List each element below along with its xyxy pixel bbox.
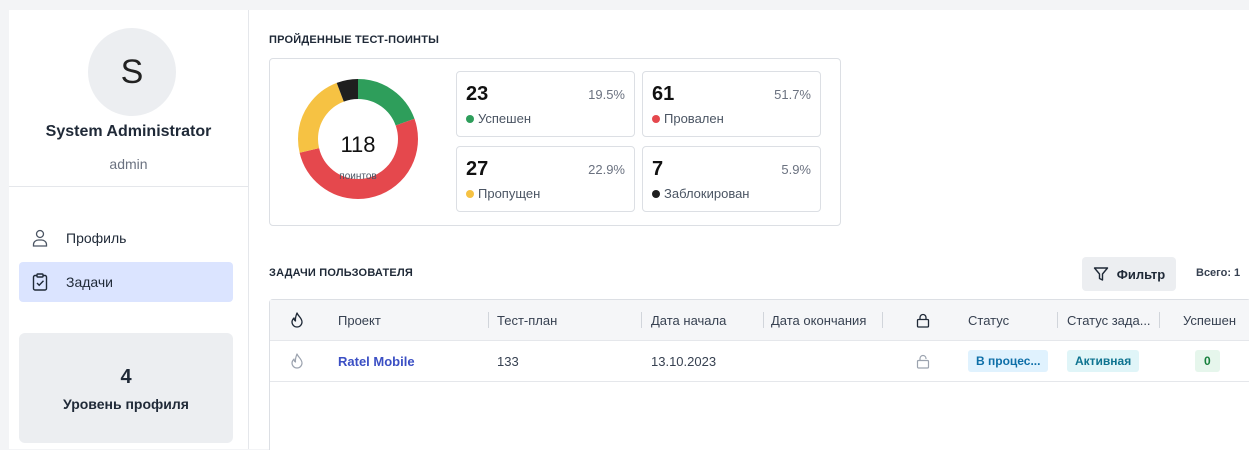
stat-label: Пропущен <box>466 186 540 201</box>
stat-skipped: 27 22.9% Пропущен <box>456 146 635 212</box>
stat-label: Заблокирован <box>652 186 749 201</box>
stat-label: Успешен <box>466 111 531 126</box>
stat-percent: 51.7% <box>774 87 811 102</box>
priority-column-header[interactable] <box>290 300 304 340</box>
status-dot <box>652 189 660 198</box>
filter-icon <box>1093 267 1108 281</box>
donut-total-label: поинтов <box>339 171 376 182</box>
column-header-status[interactable]: Статус <box>968 300 1009 340</box>
stats-card: 118 поинтов 23 19.5% Успешен 61 51.7% Пр… <box>269 58 841 226</box>
donut-total: 118 <box>340 132 375 157</box>
column-separator[interactable] <box>1057 312 1058 328</box>
total-count: Всего: 1 <box>1196 267 1241 279</box>
stat-count: 27 <box>466 158 489 180</box>
stat-percent: 22.9% <box>588 162 625 177</box>
column-header-passed[interactable]: Успешен <box>1183 300 1236 340</box>
stat-count: 23 <box>466 83 489 105</box>
project-link[interactable]: Ratel Mobile <box>338 341 415 381</box>
column-separator[interactable] <box>763 312 764 328</box>
priority-cell <box>290 341 304 381</box>
stat-percent: 19.5% <box>588 87 625 102</box>
donut-chart: 118 поинтов <box>298 79 418 199</box>
user-login: admin <box>109 156 148 172</box>
filter-button-label: Фильтр <box>1116 266 1166 282</box>
passed-cell: 0 <box>1195 341 1220 381</box>
stats-title: ПРОЙДЕННЫЕ ТЕСТ-ПОИНТЫ <box>269 34 440 46</box>
status-dot <box>466 114 474 123</box>
stat-passed: 23 19.5% Успешен <box>456 71 635 137</box>
test-plan-cell: 133 <box>497 353 519 369</box>
stat-label-text: Провален <box>664 111 724 126</box>
stat-count: 61 <box>652 83 675 105</box>
column-header-test-plan[interactable]: Тест-план <box>497 300 557 340</box>
sidebar-divider <box>9 186 248 187</box>
column-header-project[interactable]: Проект <box>338 300 381 340</box>
stat-blocked: 7 5.9% Заблокирован <box>642 146 821 212</box>
column-separator[interactable] <box>1159 312 1160 328</box>
task-status-cell: Активная <box>1067 341 1140 381</box>
status-dot <box>466 189 474 198</box>
avatar: S <box>88 28 176 116</box>
user-icon <box>29 227 51 249</box>
stat-label: Провален <box>652 111 724 126</box>
stat-failed: 61 51.7% Провален <box>642 71 821 137</box>
nav-item-tasks[interactable]: Задачи <box>19 262 233 302</box>
nav-item-label: Профиль <box>66 230 127 246</box>
status-cell: В процес... <box>968 341 1049 381</box>
lock-column-header[interactable] <box>916 300 930 340</box>
user-name: System Administrator <box>45 123 212 140</box>
column-header-end-date[interactable]: Дата окончания <box>771 300 866 340</box>
task-status-badge: Активная <box>1067 350 1140 372</box>
clipboard-check-icon <box>29 271 51 293</box>
flame-icon <box>291 312 303 328</box>
tasks-table: Проект Тест-план Дата начала Дата оконча… <box>269 299 1249 450</box>
lock-icon <box>916 313 930 328</box>
column-separator[interactable] <box>488 312 489 328</box>
stat-label-text: Успешен <box>478 111 531 126</box>
tasks-title: ЗАДАЧИ ПОЛЬЗОВАТЕЛЯ <box>269 267 413 279</box>
table-header: Проект Тест-план Дата начала Дата оконча… <box>270 300 1249 341</box>
stat-label-text: Пропущен <box>478 186 541 201</box>
lock-cell <box>916 341 930 381</box>
profile-level-card: 4 Уровень профиля <box>19 333 233 443</box>
profile-level-label: Уровень профиля <box>63 396 189 412</box>
flame-icon <box>291 353 303 369</box>
sidebar: S System Administrator admin Профиль Зад… <box>9 10 249 449</box>
stat-percent: 5.9% <box>781 162 811 177</box>
status-dot <box>652 114 660 123</box>
stat-label-text: Заблокирован <box>664 186 750 201</box>
column-separator[interactable] <box>882 312 883 328</box>
stat-count: 7 <box>652 158 664 180</box>
column-header-task-status[interactable]: Статус зада... <box>1067 300 1151 340</box>
table-row[interactable]: Ratel Mobile 133 13.10.2023 В процес... … <box>270 341 1249 382</box>
nav-item-label: Задачи <box>66 274 114 290</box>
profile-level-value: 4 <box>120 366 132 388</box>
filter-button[interactable]: Фильтр <box>1082 257 1176 291</box>
unlock-icon <box>916 354 930 369</box>
column-separator[interactable] <box>641 312 642 328</box>
column-header-start-date[interactable]: Дата начала <box>651 300 726 340</box>
main-content: ПРОЙДЕННЫЕ ТЕСТ-ПОИНТЫ 118 поинтов 23 19… <box>249 10 1249 450</box>
start-date-cell: 13.10.2023 <box>651 353 717 369</box>
nav-item-profile[interactable]: Профиль <box>19 218 233 258</box>
passed-badge: 0 <box>1195 350 1220 372</box>
status-badge: В процес... <box>968 350 1049 372</box>
